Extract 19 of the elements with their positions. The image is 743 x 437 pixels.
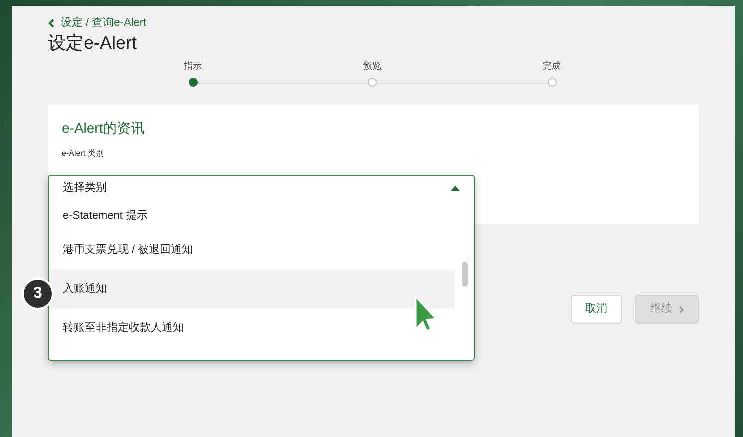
- category-dropdown[interactable]: 选择类别 e-Statement 提示 港币支票兑现 / 被退回通知 入账通知 转账至非指定收款人通知: [48, 175, 475, 361]
- step-label: 指示: [184, 60, 202, 72]
- dropdown-option[interactable]: e-Statement 提示: [49, 201, 455, 231]
- step-label: 预览: [364, 60, 382, 72]
- cancel-button[interactable]: 取消: [571, 295, 622, 324]
- step-label: 完成: [543, 60, 561, 72]
- dropdown-option[interactable]: 入账通知: [49, 270, 455, 309]
- dropdown-option[interactable]: 港币支票兑现 / 被退回通知: [49, 231, 455, 270]
- dropdown-option[interactable]: 转账至非指定收款人通知: [49, 309, 455, 348]
- scrollbar-thumb[interactable]: [462, 262, 468, 287]
- page-title: 设定e-Alert: [48, 32, 138, 55]
- breadcrumb-link[interactable]: 设定 / 查询e-Alert: [48, 16, 147, 30]
- back-chevron-icon: [48, 18, 55, 28]
- chevron-right-icon: [678, 306, 684, 314]
- caret-up-icon: [451, 186, 460, 191]
- card-title: e-Alert的资讯: [62, 119, 146, 137]
- step-badge: 3: [22, 278, 54, 310]
- dropdown-prompt: 选择类别: [63, 181, 107, 196]
- field-label: e-Alert 类别: [62, 149, 105, 159]
